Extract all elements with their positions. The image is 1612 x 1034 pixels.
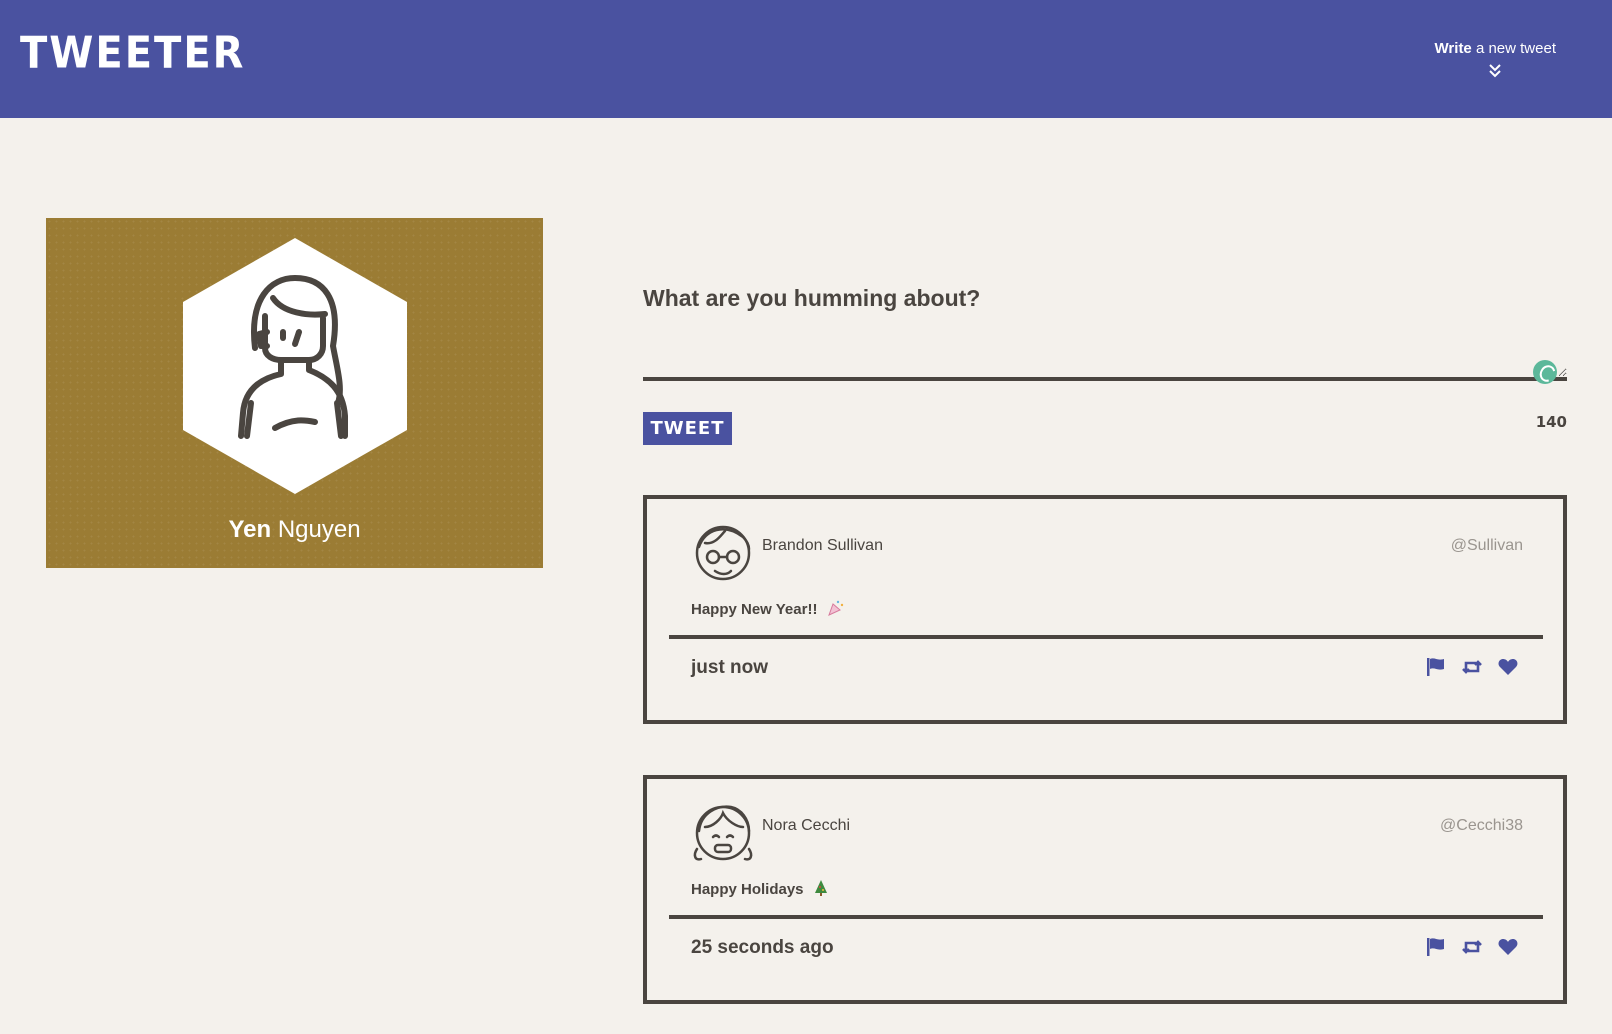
- compose-toggle-bold: Write: [1434, 40, 1472, 57]
- tweet-author: Nora Cecchi: [762, 817, 851, 834]
- retweet-icon[interactable]: [1461, 936, 1483, 958]
- profile-first-name: Yen: [228, 516, 272, 543]
- retweet-icon[interactable]: [1461, 656, 1483, 678]
- write-new-tweet-toggle[interactable]: Write a new tweet: [1435, 40, 1556, 79]
- profile-card: Yen Nguyen: [46, 218, 543, 568]
- tweet-button[interactable]: TWEET: [643, 412, 732, 445]
- heart-icon[interactable]: [1497, 936, 1519, 958]
- tweet-timestamp: just now: [691, 657, 769, 678]
- tweet-handle[interactable]: @Sullivan: [1451, 537, 1523, 555]
- tweet-handle[interactable]: @Cecchi38: [1440, 817, 1523, 835]
- top-nav: TWEETER Write a new tweet: [0, 0, 1612, 118]
- tweet-divider: [669, 635, 1543, 639]
- profile-name: Yen Nguyen: [46, 516, 543, 544]
- tweet-card: Nora Cecchi @Cecchi38 Happy Holidays 25 …: [643, 775, 1567, 1004]
- tweet-text-row: Happy New Year!!: [691, 599, 844, 618]
- christmas-tree-icon: [814, 880, 827, 896]
- tweet-author: Brandon Sullivan: [762, 537, 883, 554]
- logo[interactable]: TWEETER: [20, 28, 245, 79]
- profile-avatar: [183, 238, 407, 494]
- tweet-text: Happy New Year!!: [691, 601, 818, 618]
- new-tweet-composer: What are you humming about? TWEET 140: [643, 285, 1567, 445]
- loading-spinner-icon: [1533, 360, 1557, 384]
- tweet-divider: [669, 915, 1543, 919]
- tweet-actions: [1425, 656, 1519, 678]
- character-counter: 140: [1535, 413, 1567, 431]
- tweet-text: Happy Holidays: [691, 881, 804, 898]
- profile-last-name: Nguyen: [277, 516, 361, 543]
- heart-icon[interactable]: [1497, 656, 1519, 678]
- flag-icon[interactable]: [1425, 936, 1447, 958]
- compose-toggle-label: a new tweet: [1471, 40, 1556, 57]
- tweet-text-row: Happy Holidays: [691, 879, 830, 898]
- composer-label: What are you humming about?: [643, 285, 981, 311]
- flag-icon[interactable]: [1425, 656, 1447, 678]
- avatar: [693, 805, 753, 861]
- tweet-input[interactable]: [643, 335, 1567, 381]
- avatar: [695, 525, 751, 581]
- tweet-actions: [1425, 936, 1519, 958]
- tweet-card: Brandon Sullivan @Sullivan Happy New Yea…: [643, 495, 1567, 724]
- double-chevron-down-icon[interactable]: [1487, 63, 1503, 79]
- tweet-timestamp: 25 seconds ago: [691, 937, 834, 958]
- party-popper-icon: [827, 600, 843, 616]
